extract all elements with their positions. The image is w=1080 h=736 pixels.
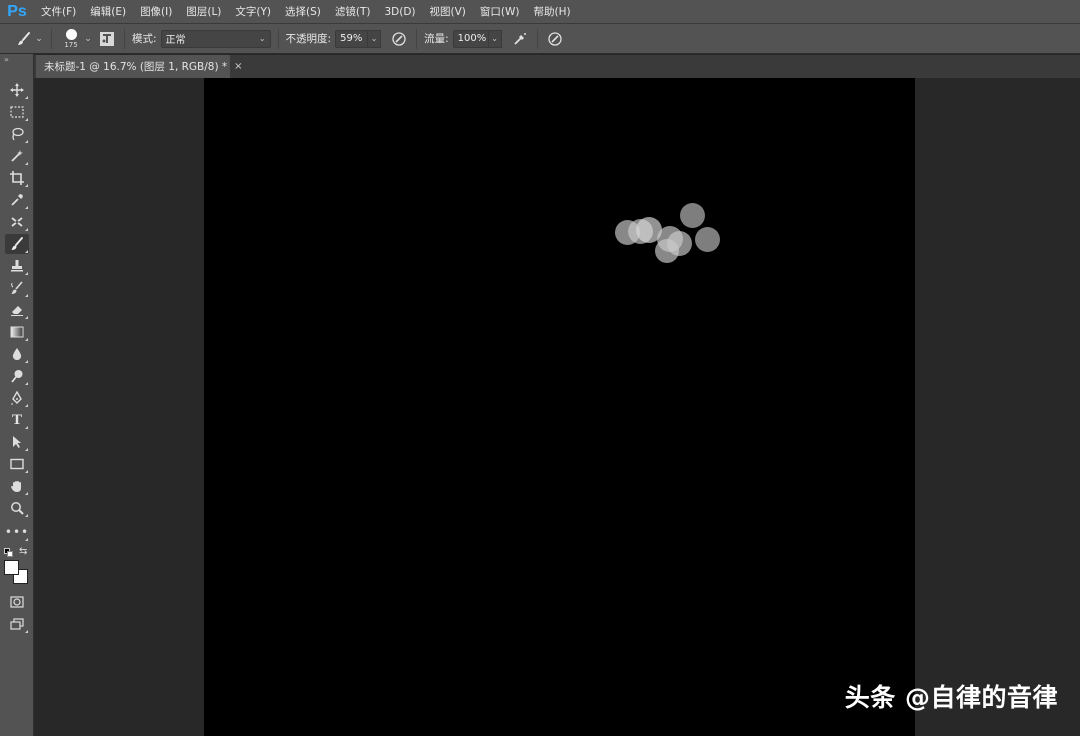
flow-input[interactable]: 100% <box>452 29 489 48</box>
menu-layer[interactable]: 图层(L) <box>179 0 228 24</box>
zoom-tool-icon[interactable] <box>5 498 29 518</box>
separator <box>536 28 538 49</box>
brush-tip-icon <box>65 28 77 40</box>
foreground-color-swatch[interactable] <box>4 560 19 575</box>
menu-window[interactable]: 窗口(W) <box>473 0 527 24</box>
rectangle-tool-icon[interactable] <box>5 454 29 474</box>
pen-tool-icon[interactable] <box>5 388 29 408</box>
more-tools-icon[interactable]: ••• <box>5 522 29 542</box>
marquee-tool-icon[interactable] <box>5 102 29 122</box>
opacity-slider-toggle-icon[interactable]: ⌄ <box>368 29 382 48</box>
watermark: 头条 @自律的音律 <box>844 683 1058 712</box>
document-tab-title: 未标题-1 @ 16.7% (图层 1, RGB/8) * <box>44 61 228 73</box>
menu-filter[interactable]: 滤镜(T) <box>328 0 378 24</box>
brush-stroke-dot <box>680 203 705 228</box>
menu-file[interactable]: 文件(F) <box>34 0 83 24</box>
menu-3d[interactable]: 3D(D) <box>377 0 422 24</box>
airbrush-icon[interactable] <box>510 29 530 49</box>
flow-slider-toggle-icon[interactable]: ⌄ <box>488 29 502 48</box>
mode-select[interactable]: 正常 ⌄ <box>160 29 271 48</box>
default-colors-icon[interactable] <box>4 548 13 557</box>
document-tab-bar: 未标题-1 @ 16.7% (图层 1, RGB/8) * × <box>34 55 1080 78</box>
move-tool-icon[interactable] <box>5 80 29 100</box>
crop-tool-icon[interactable] <box>5 168 29 188</box>
mode-value: 正常 <box>165 35 186 46</box>
brush-size-picker[interactable]: 175 <box>59 25 83 53</box>
quick-mask-icon[interactable] <box>5 592 29 612</box>
type-tool-icon[interactable]: T <box>5 410 29 430</box>
screen-mode-icon[interactable] <box>5 614 29 634</box>
separator <box>51 28 52 49</box>
pressure-size-icon[interactable] <box>545 29 565 49</box>
pressure-opacity-icon[interactable] <box>389 29 409 49</box>
brush-size-caret-icon[interactable]: ⌄ <box>83 34 93 44</box>
brush-preset-caret-icon[interactable]: ⌄ <box>34 34 44 44</box>
brush-size-label: 175 <box>64 40 78 49</box>
separator <box>124 28 125 49</box>
menu-view[interactable]: 视图(V) <box>423 0 473 24</box>
brush-stroke-dot <box>655 239 679 263</box>
document-tab[interactable]: 未标题-1 @ 16.7% (图层 1, RGB/8) * × <box>36 55 243 78</box>
magic-wand-tool-icon[interactable] <box>5 146 29 166</box>
options-bar: ⌄ 175 ⌄ 模式: 正常 ⌄ 不透明度: 59% ⌄ 流量: 100% ⌄ <box>0 24 1080 54</box>
brush-stroke-dot <box>695 227 720 252</box>
opacity-input[interactable]: 59% <box>335 29 369 48</box>
menu-type[interactable]: 文字(Y) <box>228 0 278 24</box>
menu-bar: Ps 文件(F) 编辑(E) 图像(I) 图层(L) 文字(Y) 选择(S) 滤… <box>0 0 1080 24</box>
separator <box>277 28 279 49</box>
brush-tool-icon[interactable] <box>5 234 29 254</box>
mode-label: 模式: <box>132 33 157 45</box>
color-swatches <box>4 560 30 586</box>
menu-help[interactable]: 帮助(H) <box>527 0 578 24</box>
eyedropper-tool-icon[interactable] <box>5 190 29 210</box>
path-select-tool-icon[interactable] <box>5 432 29 452</box>
dodge-tool-icon[interactable] <box>5 366 29 386</box>
workspace <box>35 78 1080 736</box>
menu-edit[interactable]: 编辑(E) <box>83 0 133 24</box>
panel-collapse-icon[interactable]: » <box>0 54 33 66</box>
flow-value: 100% <box>457 33 487 44</box>
hand-tool-icon[interactable] <box>5 476 29 496</box>
document-canvas[interactable] <box>204 78 915 736</box>
close-icon[interactable]: × <box>234 61 242 72</box>
gradient-tool-icon[interactable] <box>5 322 29 342</box>
healing-tool-icon[interactable] <box>5 212 29 232</box>
lasso-tool-icon[interactable] <box>5 124 29 144</box>
swap-colors-icon[interactable]: ⇆ <box>19 546 27 557</box>
chevron-down-icon: ⌄ <box>258 34 266 43</box>
flow-label: 流量: <box>424 33 449 45</box>
blur-tool-icon[interactable] <box>5 344 29 364</box>
photoshop-logo: Ps <box>7 2 27 20</box>
tools-panel: » T ••• ⇆ <box>0 54 34 736</box>
eraser-tool-icon[interactable] <box>5 300 29 320</box>
brush-preset-icon[interactable] <box>14 29 34 49</box>
menu-image[interactable]: 图像(I) <box>133 0 179 24</box>
brush-panel-toggle-icon[interactable] <box>97 29 117 49</box>
menu-select[interactable]: 选择(S) <box>278 0 328 24</box>
stamp-tool-icon[interactable] <box>5 256 29 276</box>
history-brush-tool-icon[interactable] <box>5 278 29 298</box>
opacity-value: 59% <box>340 33 363 44</box>
opacity-label: 不透明度: <box>285 33 332 45</box>
separator <box>416 28 418 49</box>
